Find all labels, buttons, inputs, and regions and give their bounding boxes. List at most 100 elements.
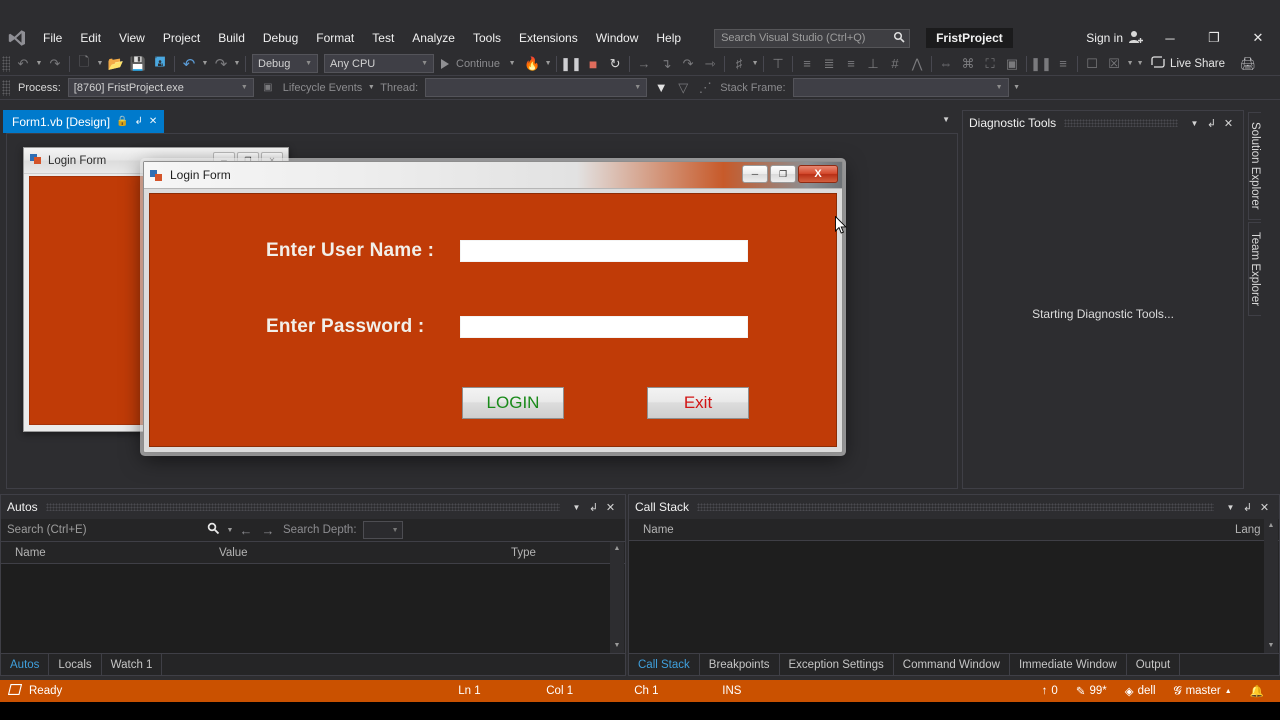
designer-surface[interactable]: Login Form ─ ❐ ✕ Login Form — [6, 133, 958, 489]
menu-item-test[interactable]: Test — [363, 24, 403, 52]
maximize-button[interactable]: ❐ — [1192, 24, 1236, 52]
close-button[interactable]: ✕ — [1236, 24, 1280, 52]
menu-item-debug[interactable]: Debug — [254, 24, 307, 52]
flag-filter-icon[interactable]: ▼ — [650, 77, 672, 99]
scroll-down-icon[interactable]: ▼ — [610, 639, 624, 653]
menu-item-build[interactable]: Build — [209, 24, 254, 52]
branch-selector-button[interactable]: 𝓖 master ▲ — [1168, 685, 1238, 698]
size-to-fit-icon[interactable]: ▣ — [1001, 53, 1023, 75]
autos-column-type[interactable]: Type — [497, 547, 607, 559]
scroll-down-icon[interactable]: ▼ — [1264, 639, 1278, 653]
call-stack-vertical-scrollbar[interactable]: ▲ ▼ — [1264, 519, 1278, 653]
align-rights-icon[interactable]: ≡ — [840, 53, 862, 75]
navigate-forward-icon[interactable]: ↷ — [44, 53, 66, 75]
send-to-back-icon[interactable]: ☒ — [1103, 53, 1125, 75]
menu-item-edit[interactable]: Edit — [71, 24, 110, 52]
feedback-icon[interactable]: 🖨 — [1237, 53, 1259, 75]
size-to-grid-icon[interactable]: ⛶ — [979, 53, 1001, 75]
undo-icon[interactable]: ↶ — [178, 53, 200, 75]
hot-reload-icon[interactable]: 🔥 — [521, 53, 543, 75]
make-same-width-icon[interactable]: ⇔ — [935, 53, 957, 75]
password-input[interactable] — [460, 316, 748, 338]
redo-icon[interactable]: ↷ — [210, 53, 232, 75]
search-icon[interactable] — [889, 31, 909, 46]
step-over-icon[interactable]: → — [633, 53, 655, 75]
search-next-icon[interactable]: → — [257, 523, 279, 538]
align-centers-icon[interactable]: ≣ — [818, 53, 840, 75]
panel-drag-dots[interactable] — [697, 503, 1214, 511]
stop-debugging-icon[interactable]: ■ — [582, 53, 604, 75]
solution-configuration-dropdown[interactable]: Debug ▼ — [252, 54, 318, 73]
menu-item-format[interactable]: Format — [307, 24, 363, 52]
account-button[interactable]: ◈ dell — [1119, 684, 1162, 698]
close-icon[interactable]: ✕ — [602, 501, 619, 514]
save-icon[interactable]: 💾 — [127, 53, 149, 75]
tab-output[interactable]: Output — [1127, 654, 1181, 675]
autos-vertical-scrollbar[interactable]: ▲ ▼ — [610, 542, 624, 653]
autos-column-name[interactable]: Name — [1, 547, 205, 559]
tab-watch-1[interactable]: Watch 1 — [102, 654, 163, 675]
lifecycle-events-label[interactable]: Lifecycle Events — [279, 82, 366, 94]
align-middles-icon[interactable]: ⊥ — [862, 53, 884, 75]
search-icon[interactable] — [201, 522, 225, 538]
live-share-button[interactable]: Live Share — [1145, 56, 1231, 71]
chevron-down-icon[interactable]: ▼ — [507, 60, 517, 67]
autos-column-value[interactable]: Value — [205, 547, 497, 559]
tab-call-stack[interactable]: Call Stack — [629, 654, 700, 675]
chevron-down-icon[interactable]: ▼ — [1186, 119, 1203, 128]
toolbar-overflow-icon[interactable]: ▼ — [1012, 84, 1022, 91]
align-bottoms-icon[interactable]: ⋀ — [906, 53, 928, 75]
navigate-backward-icon[interactable]: ↶ — [12, 53, 34, 75]
autos-search-input[interactable]: Search (Ctrl+E) — [1, 520, 201, 541]
continue-button[interactable]: Continue ▼ — [437, 58, 521, 70]
login-form-close-button[interactable]: X — [798, 165, 838, 183]
menu-item-extensions[interactable]: Extensions — [510, 24, 587, 52]
order-caret-icon[interactable]: ▼ — [1125, 60, 1135, 67]
chevron-down-icon[interactable]: ▼ — [1222, 503, 1239, 512]
pending-updates-button[interactable]: ↑ 0 — [1036, 685, 1064, 697]
hot-reload-caret-icon[interactable]: ▼ — [543, 60, 553, 67]
lifecycle-caret-icon[interactable]: ▼ — [366, 84, 376, 91]
step-out-icon[interactable]: ↷ — [677, 53, 699, 75]
toolbar-grip[interactable] — [2, 56, 10, 72]
lock-icon[interactable]: 🔒 — [116, 116, 128, 127]
restart-icon[interactable]: ↻ — [604, 53, 626, 75]
tab-breakpoints[interactable]: Breakpoints — [700, 654, 780, 675]
login-form-maximize-button[interactable]: ❐ — [770, 165, 796, 183]
sidebar-item-solution-explorer[interactable]: Solution Explorer — [1248, 112, 1261, 220]
close-icon[interactable]: ✕ — [1256, 501, 1273, 514]
login-form-minimize-button[interactable]: ─ — [742, 165, 768, 183]
notifications-button[interactable]: 🔔 — [1244, 684, 1270, 698]
sidebar-item-team-explorer[interactable]: Team Explorer — [1248, 222, 1261, 316]
bring-to-front-icon[interactable]: ☐ — [1081, 53, 1103, 75]
autos-grid-body[interactable] — [1, 564, 611, 653]
chevron-down-icon[interactable]: ▼ — [568, 503, 585, 512]
scroll-up-icon[interactable]: ▲ — [610, 542, 624, 556]
menu-item-file[interactable]: File — [34, 24, 71, 52]
align-lefts-icon[interactable]: ≡ — [796, 53, 818, 75]
toolbar-grip[interactable] — [2, 80, 10, 96]
stack-frame-toggle-icon[interactable]: ⋰ — [694, 77, 716, 99]
tab-autos[interactable]: Autos — [1, 654, 49, 675]
align-tops-icon[interactable]: ⊤ — [767, 53, 789, 75]
pin-icon[interactable]: ↲ — [1239, 501, 1256, 514]
step-into-icon[interactable]: ↴ — [655, 53, 677, 75]
sign-in-button[interactable]: Sign in — [1086, 24, 1144, 52]
tab-command-window[interactable]: Command Window — [894, 654, 1010, 675]
align-vertical-icon[interactable]: ​# — [884, 53, 906, 75]
flag-filter-clear-icon[interactable]: ▽ — [672, 77, 694, 99]
exit-button[interactable]: Exit — [647, 387, 749, 419]
process-dropdown[interactable]: [8760] FristProject.exe ▼ — [68, 78, 254, 97]
make-same-height-icon[interactable]: ⌘ — [957, 53, 979, 75]
new-project-icon[interactable]: 🗋 — [73, 53, 95, 75]
tab-exception-settings[interactable]: Exception Settings — [780, 654, 894, 675]
undo-caret-icon[interactable]: ▼ — [200, 60, 210, 67]
menu-item-analyze[interactable]: Analyze — [403, 24, 464, 52]
vertical-spacing-icon[interactable]: ≡ — [1052, 53, 1074, 75]
document-tab-form1-design[interactable]: Form1.vb [Design] 🔒 ↲ ✕ — [3, 110, 164, 133]
tab-locals[interactable]: Locals — [49, 654, 101, 675]
scroll-up-icon[interactable]: ▲ — [1264, 519, 1278, 533]
break-all-icon[interactable]: ❚❚ — [560, 53, 582, 75]
search-options-chevron-down-icon[interactable]: ▼ — [225, 527, 235, 534]
overflow-caret-icon[interactable]: ▼ — [1135, 60, 1145, 67]
